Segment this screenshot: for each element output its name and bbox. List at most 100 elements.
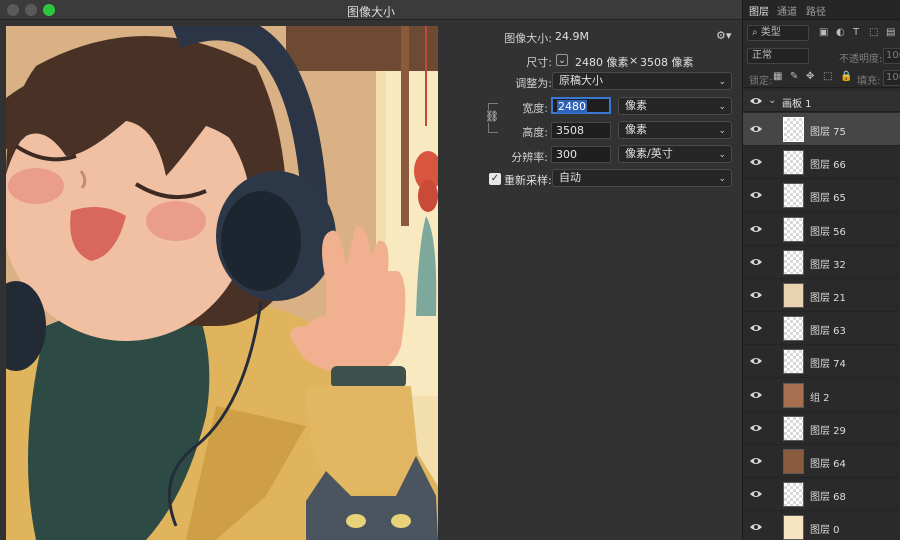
eye-icon[interactable] bbox=[750, 124, 762, 134]
chevron-down-icon: ⌄ bbox=[718, 102, 726, 112]
height-unit-value: 像素 bbox=[625, 123, 647, 136]
eye-icon[interactable] bbox=[750, 96, 762, 106]
resolution-input[interactable]: 300 bbox=[551, 146, 611, 163]
resample-checkbox[interactable]: ✓ bbox=[489, 173, 501, 185]
lock-label: 锁定: bbox=[749, 76, 773, 87]
layer-row[interactable]: 组 2 bbox=[743, 379, 900, 412]
dialog-title: 图像大小 bbox=[346, 5, 395, 19]
layer-row[interactable]: 图层 64 bbox=[743, 445, 900, 478]
lock-all-icon[interactable]: 🔒 bbox=[840, 71, 852, 82]
layer-thumbnail bbox=[783, 415, 804, 441]
layer-thumbnail bbox=[783, 249, 804, 275]
gear-icon[interactable]: ⚙▾ bbox=[716, 29, 731, 42]
dimensions-label: 尺寸: bbox=[526, 56, 552, 69]
layer-row[interactable]: 图层 65 bbox=[743, 179, 900, 213]
layer-name: 图层 75 bbox=[810, 127, 846, 138]
fill-label: 填充: bbox=[857, 76, 881, 87]
width-label: 宽度: bbox=[522, 102, 548, 115]
layer-thumbnail bbox=[783, 382, 804, 408]
layer-name: 组 2 bbox=[810, 392, 830, 404]
height-unit-select[interactable]: 像素 ⌄ bbox=[618, 121, 732, 139]
shape-filter-icon[interactable]: ⬚ bbox=[869, 27, 878, 38]
layer-thumbnail bbox=[783, 515, 804, 540]
layer-row[interactable]: 图层 21 bbox=[743, 279, 900, 312]
fill-input[interactable]: 100 bbox=[883, 70, 900, 86]
adjustment-filter-icon[interactable]: ◐ bbox=[836, 27, 845, 38]
eye-icon[interactable] bbox=[750, 157, 762, 167]
layer-name: 图层 29 bbox=[810, 425, 846, 437]
lock-row: 锁定: ▦ ✎ ✥ ⬚ 🔒 填充: 100 bbox=[743, 68, 900, 88]
smart-object-filter-icon[interactable]: ▤ bbox=[886, 27, 895, 38]
layer-thumbnail bbox=[783, 150, 804, 176]
lock-paint-icon[interactable]: ✎ bbox=[790, 71, 798, 82]
dimensions-width: 2480 像素 bbox=[575, 56, 629, 69]
opacity-input[interactable]: 100 bbox=[883, 48, 900, 64]
eye-icon[interactable] bbox=[750, 423, 762, 433]
eye-icon[interactable] bbox=[750, 390, 762, 400]
layer-name: 图层 64 bbox=[810, 459, 846, 470]
layer-thumbnail bbox=[783, 449, 804, 474]
blend-mode-value: 正常 bbox=[752, 50, 772, 61]
layer-row[interactable]: 图层 75 bbox=[743, 113, 900, 146]
tab-channels[interactable]: 通道 bbox=[777, 3, 797, 18]
fit-to-value: 原稿大小 bbox=[559, 74, 603, 87]
title-bar: 图像大小 bbox=[0, 0, 742, 20]
lock-artboard-icon[interactable]: ⬚ bbox=[823, 71, 832, 82]
eye-icon[interactable] bbox=[750, 456, 762, 466]
layer-thumbnail bbox=[783, 349, 804, 375]
layer-name: 图层 56 bbox=[810, 226, 846, 238]
fit-to-select[interactable]: 原稿大小 ⌄ bbox=[552, 72, 732, 90]
filter-row: ⌕ 类型 ▣ ◐ T ⬚ ▤ bbox=[743, 22, 900, 44]
layer-name: 图层 21 bbox=[810, 293, 846, 304]
blend-mode-select[interactable]: 正常 bbox=[747, 48, 809, 64]
dimensions-chevron-icon[interactable]: ⌄ bbox=[556, 54, 568, 66]
layer-row[interactable]: 图层 68 bbox=[743, 478, 900, 512]
lock-transparent-icon[interactable]: ▦ bbox=[773, 71, 782, 82]
resample-select[interactable]: 自动 ⌄ bbox=[552, 169, 732, 187]
image-size-dialog: 图像大小 图像大小: 24.9M ⚙▾ 尺寸: ⌄ 2480 像素 × 3508… bbox=[0, 0, 742, 540]
eye-icon[interactable] bbox=[750, 356, 762, 366]
layer-row[interactable]: 图层 74 bbox=[743, 345, 900, 379]
tab-layers[interactable]: 图层 bbox=[749, 3, 769, 18]
eye-icon[interactable] bbox=[750, 257, 762, 267]
chevron-down-icon: ⌄ bbox=[718, 150, 726, 160]
layer-name: 图层 63 bbox=[810, 326, 846, 338]
image-filter-icon[interactable]: ▣ bbox=[819, 27, 828, 38]
eye-icon[interactable] bbox=[750, 290, 762, 300]
panel-tabs: 图层 通道 路径 bbox=[743, 0, 900, 20]
layer-thumbnail bbox=[783, 117, 804, 142]
tab-paths[interactable]: 路径 bbox=[806, 3, 826, 18]
chevron-down-icon[interactable]: ⌄ bbox=[768, 95, 776, 106]
eye-icon[interactable] bbox=[750, 522, 762, 532]
height-input[interactable]: 3508 bbox=[551, 122, 611, 139]
image-preview[interactable] bbox=[6, 26, 438, 540]
layer-name: 图层 0 bbox=[810, 525, 840, 537]
width-unit-select[interactable]: 像素 ⌄ bbox=[618, 97, 732, 115]
opacity-label: 不透明度: bbox=[839, 54, 883, 65]
eye-icon[interactable] bbox=[750, 224, 762, 234]
width-input[interactable]: 2480 bbox=[551, 97, 611, 114]
dimensions-times: × bbox=[629, 54, 639, 67]
filter-type-select[interactable]: ⌕ 类型 bbox=[747, 25, 809, 41]
resample-value: 自动 bbox=[559, 171, 581, 184]
eye-icon[interactable] bbox=[750, 190, 762, 200]
layer-row[interactable]: 图层 56 bbox=[743, 213, 900, 246]
eye-icon[interactable] bbox=[750, 489, 762, 499]
type-filter-icon[interactable]: T bbox=[853, 27, 859, 38]
layer-row[interactable]: 图层 32 bbox=[743, 246, 900, 279]
artboard-group[interactable]: ⌄ 画板 1 bbox=[743, 91, 900, 112]
layer-row[interactable]: 图层 0 bbox=[743, 511, 900, 540]
chevron-down-icon: ⌄ bbox=[718, 174, 726, 184]
layer-row[interactable]: 图层 63 bbox=[743, 312, 900, 346]
dimensions-height: 3508 像素 bbox=[640, 56, 694, 69]
blend-row: 正常 不透明度: 100 bbox=[743, 46, 900, 66]
image-size-value: 24.9M bbox=[555, 30, 589, 43]
width-value: 2480 bbox=[557, 100, 587, 113]
group-name: 画板 1 bbox=[782, 99, 812, 110]
resolution-unit-select[interactable]: 像素/英寸 ⌄ bbox=[618, 145, 732, 163]
layer-row[interactable]: 图层 66 bbox=[743, 146, 900, 180]
lock-move-icon[interactable]: ✥ bbox=[806, 71, 814, 82]
eye-icon[interactable] bbox=[750, 323, 762, 333]
chevron-down-icon: ⌄ bbox=[718, 77, 726, 87]
layer-row[interactable]: 图层 29 bbox=[743, 412, 900, 445]
